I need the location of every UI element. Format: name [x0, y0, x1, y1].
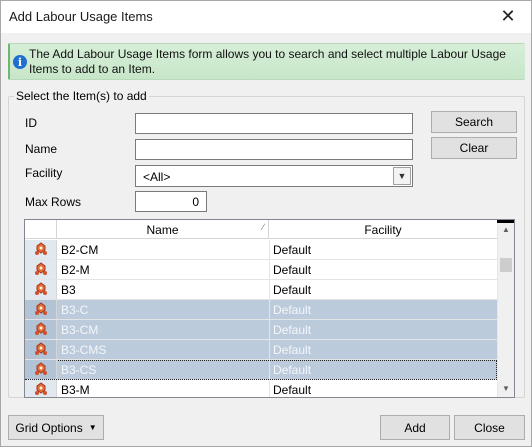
row-facility: Default — [273, 303, 312, 317]
row-facility: Default — [273, 243, 312, 257]
grid-options-button[interactable]: Grid Options ▼ — [8, 415, 104, 440]
name-input[interactable] — [135, 139, 413, 160]
row-name: B2-M — [61, 263, 90, 277]
labour-usage-icon[interactable] — [25, 280, 57, 299]
facility-select[interactable]: <All> ▼ — [135, 165, 413, 187]
scrollbar-thumb[interactable] — [500, 258, 512, 272]
results-grid: Name ∕ Facility B2-CM Default B2-M Default B… — [24, 219, 515, 398]
column-header-facility[interactable]: Facility — [269, 220, 497, 239]
name-label: Name — [25, 142, 58, 156]
info-icon: i — [13, 55, 27, 69]
table-row[interactable]: B3-CS Default — [25, 360, 497, 380]
scroll-up-icon[interactable]: ▲ — [498, 222, 514, 236]
facility-label: Facility — [25, 166, 63, 180]
grid-header-selector — [25, 220, 57, 239]
labour-usage-icon[interactable] — [25, 360, 57, 379]
row-facility: Default — [273, 383, 312, 397]
grid-header: Name ∕ Facility — [25, 220, 497, 239]
vertical-scrollbar[interactable]: ▲ ▼ — [497, 220, 514, 397]
title-bar: Add Labour Usage Items ✕ — [1, 1, 531, 33]
labour-usage-icon[interactable] — [25, 260, 57, 279]
labour-usage-icon[interactable] — [25, 240, 57, 259]
dropdown-arrow-icon: ▼ — [88, 423, 97, 432]
table-row[interactable]: B3 Default — [25, 280, 497, 300]
table-row[interactable]: B3-M Default — [25, 380, 497, 397]
labour-usage-icon[interactable] — [25, 300, 57, 319]
labour-usage-icon[interactable] — [25, 380, 57, 397]
row-name: B3-M — [61, 383, 90, 397]
add-labour-usage-items-dialog: Add Labour Usage Items ✕ i The Add Labou… — [0, 0, 532, 447]
search-group-label: Select the Item(s) to add — [14, 89, 149, 103]
close-icon[interactable]: ✕ — [485, 1, 531, 32]
info-banner: i The Add Labour Usage Items form allows… — [8, 43, 525, 80]
add-button[interactable]: Add — [380, 415, 450, 440]
table-row[interactable]: B3-CM Default — [25, 320, 497, 340]
window-title: Add Labour Usage Items — [9, 9, 153, 24]
scroll-down-icon[interactable]: ▼ — [498, 381, 514, 395]
max-rows-label: Max Rows — [25, 195, 82, 209]
row-name: B3-CMS — [61, 343, 107, 357]
facility-select-value: <All> — [143, 170, 171, 184]
row-facility: Default — [273, 363, 312, 377]
row-name: B3-C — [61, 303, 89, 317]
table-row[interactable]: B3-C Default — [25, 300, 497, 320]
table-row[interactable]: B2-M Default — [25, 260, 497, 280]
id-input[interactable] — [135, 113, 413, 134]
row-facility: Default — [273, 283, 312, 297]
row-name: B3-CS — [61, 363, 97, 377]
labour-usage-icon[interactable] — [25, 340, 57, 359]
clear-button[interactable]: Clear — [431, 137, 517, 159]
chevron-down-icon[interactable]: ▼ — [393, 167, 411, 185]
search-button[interactable]: Search — [431, 111, 517, 133]
row-name: B2-CM — [61, 243, 99, 257]
row-facility: Default — [273, 323, 312, 337]
labour-usage-icon[interactable] — [25, 320, 57, 339]
row-name: B3-CM — [61, 323, 99, 337]
row-facility: Default — [273, 263, 312, 277]
row-facility: Default — [273, 343, 312, 357]
info-text: The Add Labour Usage Items form allows y… — [29, 47, 506, 76]
id-label: ID — [25, 116, 37, 130]
table-row[interactable]: B3-CMS Default — [25, 340, 497, 360]
close-button[interactable]: Close — [454, 415, 525, 440]
max-rows-input[interactable]: 0 — [135, 191, 207, 212]
sort-icon: ∕ — [262, 222, 264, 232]
table-row[interactable]: B2-CM Default — [25, 240, 497, 260]
column-header-name[interactable]: Name ∕ — [57, 220, 269, 239]
row-name: B3 — [61, 283, 76, 297]
